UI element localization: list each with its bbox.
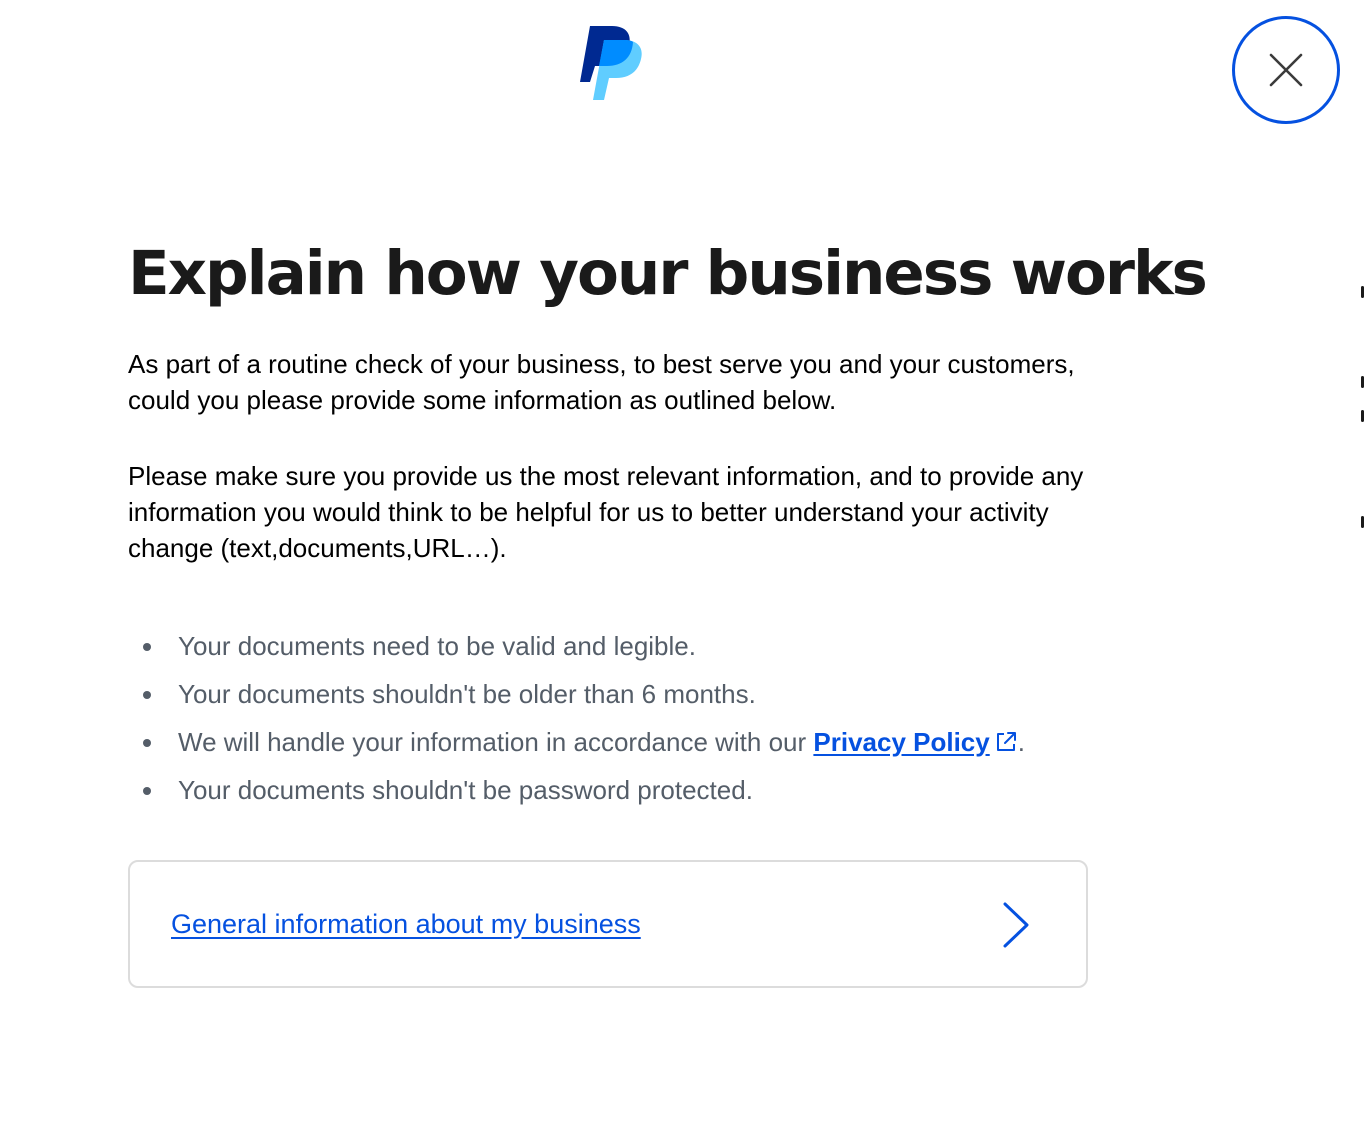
background-edge [1360, 280, 1364, 540]
general-info-card[interactable]: General information about my business [128, 860, 1088, 988]
paypal-logo [578, 24, 644, 102]
page-title: Explain how your business works [128, 238, 1208, 309]
privacy-policy-link[interactable]: Privacy Policy [813, 727, 1017, 757]
requirements-list: Your documents need to be valid and legi… [128, 622, 1088, 814]
close-icon [1269, 53, 1303, 87]
requirement-item: Your documents shouldn't be older than 6… [128, 670, 1088, 718]
requirement-item: Your documents shouldn't be password pro… [128, 766, 1088, 814]
close-button[interactable] [1232, 16, 1340, 124]
requirement-text: Your documents shouldn't be password pro… [178, 775, 753, 805]
requirement-text: We will handle your information in accor… [178, 727, 814, 757]
paypal-logo-icon [580, 26, 642, 100]
privacy-policy-label: Privacy Policy [813, 727, 990, 757]
page: Explain how your business works As part … [0, 0, 1364, 1122]
requirement-text: Your documents shouldn't be older than 6… [178, 679, 756, 709]
intro-text: As part of a routine check of your busin… [128, 349, 1075, 415]
details-text: Please make sure you provide us the most… [128, 461, 1084, 563]
general-info-link[interactable]: General information about my business [171, 906, 641, 942]
chevron-right-icon [1003, 902, 1029, 948]
requirement-text: Your documents need to be valid and legi… [178, 631, 696, 661]
external-link-icon [996, 732, 1016, 751]
requirement-item: Your documents need to be valid and legi… [128, 622, 1088, 670]
requirement-item: We will handle your information in accor… [128, 718, 1088, 766]
main-content: Explain how your business works As part … [128, 232, 1208, 814]
requirement-suffix: . [1017, 727, 1025, 757]
